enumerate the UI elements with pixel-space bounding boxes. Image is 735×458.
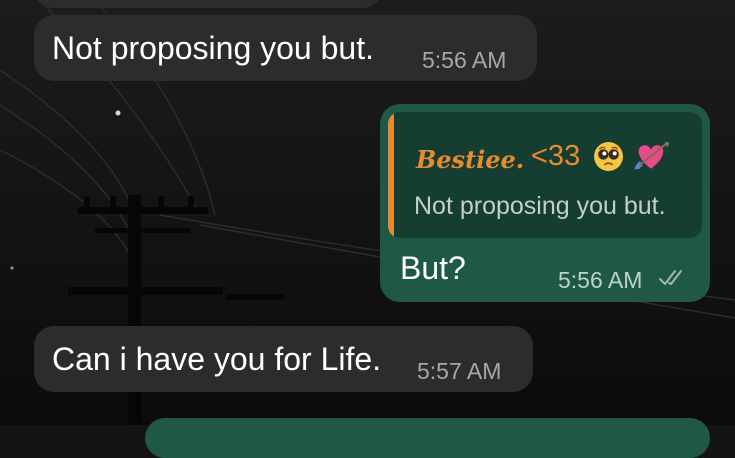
quote-text: Not proposing you but. (414, 192, 666, 220)
quote-author-name: Bestiee. (416, 145, 525, 174)
heart-with-arrow-emoji (634, 142, 669, 170)
quote-author-suffix: <33 (531, 140, 581, 172)
outgoing-message-bubble[interactable] (145, 418, 710, 458)
message-text: But? (400, 250, 466, 286)
incoming-message-bubble[interactable]: Not proposing you but. 5:56 AM (34, 15, 537, 81)
quoted-reply[interactable]: Bestiee. <33 Not proposing you but. (388, 112, 702, 238)
incoming-message-bubble[interactable] (34, 0, 382, 8)
incoming-message-bubble[interactable]: Can i have you for Life. 5:57 AM (34, 326, 533, 392)
message-timestamp: 5:56 AM (558, 267, 643, 293)
message-timestamp: 5:57 AM (417, 358, 502, 384)
message-timestamp: 5:56 AM (422, 47, 507, 73)
read-double-check-icon (659, 270, 682, 285)
message-text: Not proposing you but. (52, 30, 374, 66)
outgoing-message-bubble[interactable]: Bestiee. <33 Not proposing you but. But?… (380, 104, 710, 302)
quote-accent-bar (388, 112, 394, 238)
message-text: Can i have you for Life. (52, 341, 382, 377)
pleading-face-emoji (594, 142, 623, 171)
